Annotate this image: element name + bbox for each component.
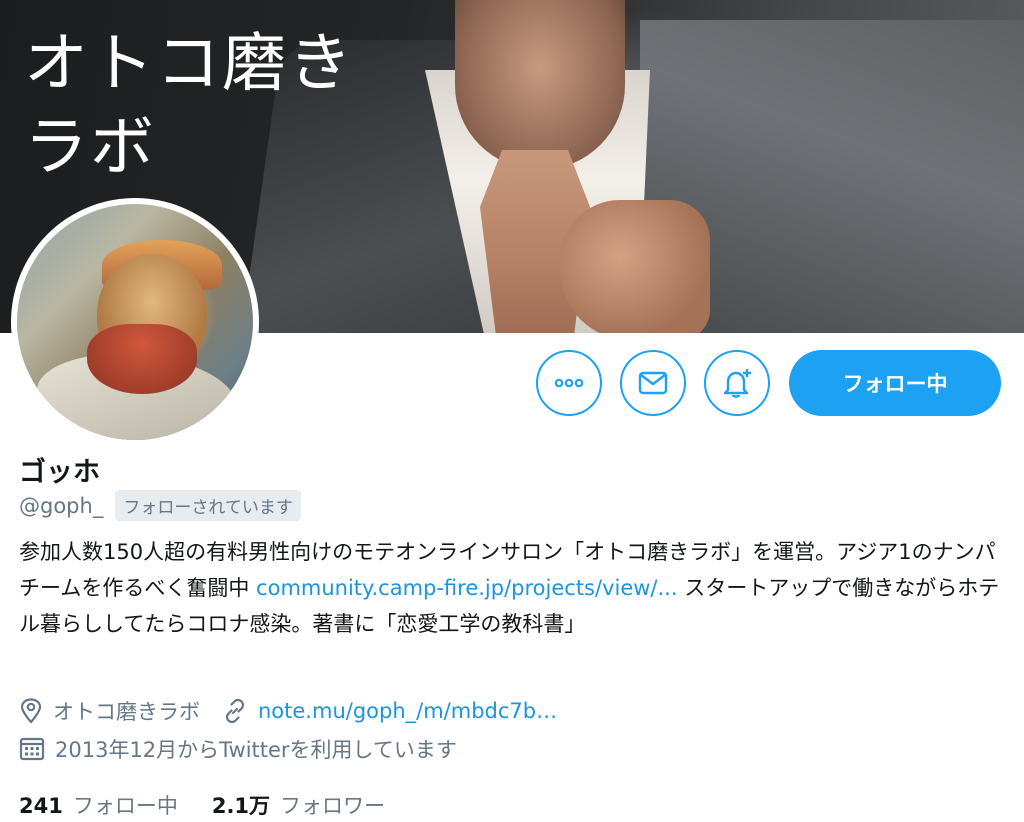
avatar-beard (87, 324, 197, 394)
location-text: オトコ磨きラボ (53, 700, 200, 724)
profile-meta: オトコ磨きラボ note.mu/goph_/m/mbdc7b… (19, 696, 579, 726)
more-icon (554, 378, 584, 388)
user-handle: @goph_ (19, 493, 104, 518)
avatar[interactable] (11, 198, 259, 446)
profile-bio: 参加人数150人超の有料男性向けのモテオンラインサロン「オトコ磨きラボ」を運営。… (19, 534, 1004, 642)
followers-count: 2.1万 (211, 794, 271, 818)
bio-link[interactable]: community.camp-fire.jp/projects/view/... (256, 576, 677, 600)
website-item[interactable]: note.mu/goph_/m/mbdc7b… (222, 698, 557, 724)
following-button[interactable]: フォロー中 (789, 350, 1001, 416)
location-item: オトコ磨きラボ (19, 696, 200, 726)
following-label: フォロー中 (72, 794, 178, 818)
profile-meta-joined: 2013年12月からTwitterを利用しています (19, 734, 479, 764)
following-count: 241 (19, 794, 63, 818)
notifications-button[interactable] (704, 350, 770, 416)
more-button[interactable] (536, 350, 602, 416)
following-stat[interactable]: 241 フォロー中 (19, 790, 178, 820)
followers-label: フォロワー (280, 794, 386, 818)
banner-hand (560, 200, 710, 333)
banner-title-line2: ラボ (24, 111, 156, 185)
avatar-image (17, 204, 253, 440)
website-link[interactable]: note.mu/goph_/m/mbdc7b… (258, 699, 557, 723)
joined-item: 2013年12月からTwitterを利用しています (19, 734, 457, 764)
follow-stats: 241 フォロー中 2.1万 フォロワー (19, 790, 419, 820)
banner-title: オトコ磨き ラボ (24, 22, 484, 190)
handle-row: @goph_ フォローされています (19, 490, 301, 521)
followers-stat[interactable]: 2.1万 フォロワー (212, 790, 385, 820)
banner-title-line1: オトコ磨き (24, 27, 354, 101)
calendar-icon (19, 737, 45, 761)
follows-you-badge: フォローされています (115, 490, 301, 521)
message-button[interactable] (620, 350, 686, 416)
bell-plus-icon (723, 369, 751, 398)
location-pin-icon (20, 698, 42, 724)
display-name: ゴッホ (19, 457, 100, 488)
mail-icon (638, 371, 668, 395)
link-icon (225, 698, 245, 724)
joined-text: 2013年12月からTwitterを利用しています (55, 738, 457, 762)
